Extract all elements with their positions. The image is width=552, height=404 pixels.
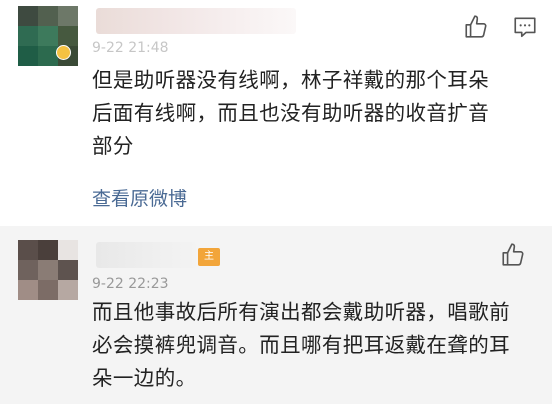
view-original-link[interactable]: 查看原微博 [92,184,187,211]
comment-line: 必会摸裤兜调音。而且哪有把耳返戴在聋的耳 [92,333,510,357]
avatar[interactable] [18,240,78,300]
thumbs-up-icon[interactable] [500,242,526,268]
comment-line: 但是助听器没有线啊，林子祥戴的那个耳朵 [92,68,490,92]
comment-text: 但是助听器没有线啊，林子祥戴的那个耳朵 后面有线啊，而且也没有助听器的收音扩音 … [92,64,532,163]
comment-text: 而且他事故后所有演出都会戴助听器，唱歌前 必会摸裤兜调音。而且哪有把耳返戴在聋的… [92,296,532,395]
username[interactable] [96,242,196,268]
comment-card: 9-22 21:48 但是助听器没有线啊，林子祥戴的那个耳朵 后面有线啊，而且也… [0,0,552,226]
comment-line: 后面有线啊，而且也没有助听器的收音扩音 [92,101,490,125]
thumbs-up-icon[interactable] [463,14,489,40]
comment-card: 主 9-22 22:23 而且他事故后所有演出都会戴助听器，唱歌前 必会摸裤兜调… [0,226,552,404]
comment-line: 朵一边的。 [92,366,197,390]
comment-time: 9-22 22:23 [92,276,169,292]
owner-badge: 主 [198,248,220,266]
comment-line: 而且他事故后所有演出都会戴助听器，唱歌前 [92,300,510,324]
comment-line: 部分 [92,134,134,158]
username[interactable] [96,8,296,34]
comment-time: 9-22 21:48 [92,40,169,56]
verified-badge-icon [56,45,71,60]
comment-bubble-icon[interactable] [512,14,538,40]
